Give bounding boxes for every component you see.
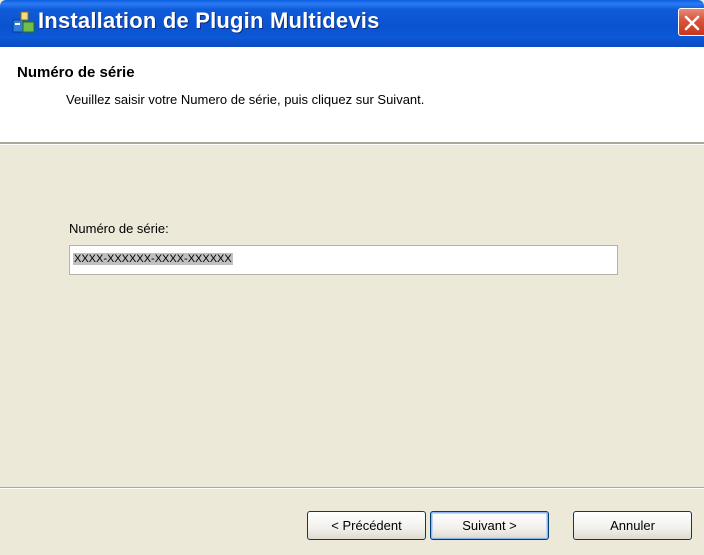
serial-number-input[interactable]: XXXX-XXXXXX-XXXX-XXXXXX: [69, 245, 618, 275]
footer-divider: [0, 487, 704, 489]
page-title: Numéro de série: [17, 64, 135, 81]
window-title: Installation de Plugin Multidevis: [38, 8, 380, 33]
installer-window: Installation de Plugin Multidevis Numéro…: [0, 0, 704, 555]
serial-number-value: XXXX-XXXXXX-XXXX-XXXXXX: [73, 253, 233, 265]
close-button[interactable]: [678, 8, 704, 36]
previous-button[interactable]: < Précédent: [307, 511, 426, 540]
serial-number-label: Numéro de série:: [69, 221, 169, 236]
title-bar[interactable]: Installation de Plugin Multidevis: [0, 0, 704, 47]
installer-icon: [12, 10, 36, 34]
header-banner: Numéro de série Veuillez saisir votre Nu…: [0, 47, 704, 142]
dialog-body: Numéro de série: XXXX-XXXXXX-XXXX-XXXXXX: [0, 145, 704, 485]
next-button[interactable]: Suivant >: [430, 511, 549, 540]
cancel-button[interactable]: Annuler: [573, 511, 692, 540]
page-description: Veuillez saisir votre Numero de série, p…: [66, 92, 425, 107]
